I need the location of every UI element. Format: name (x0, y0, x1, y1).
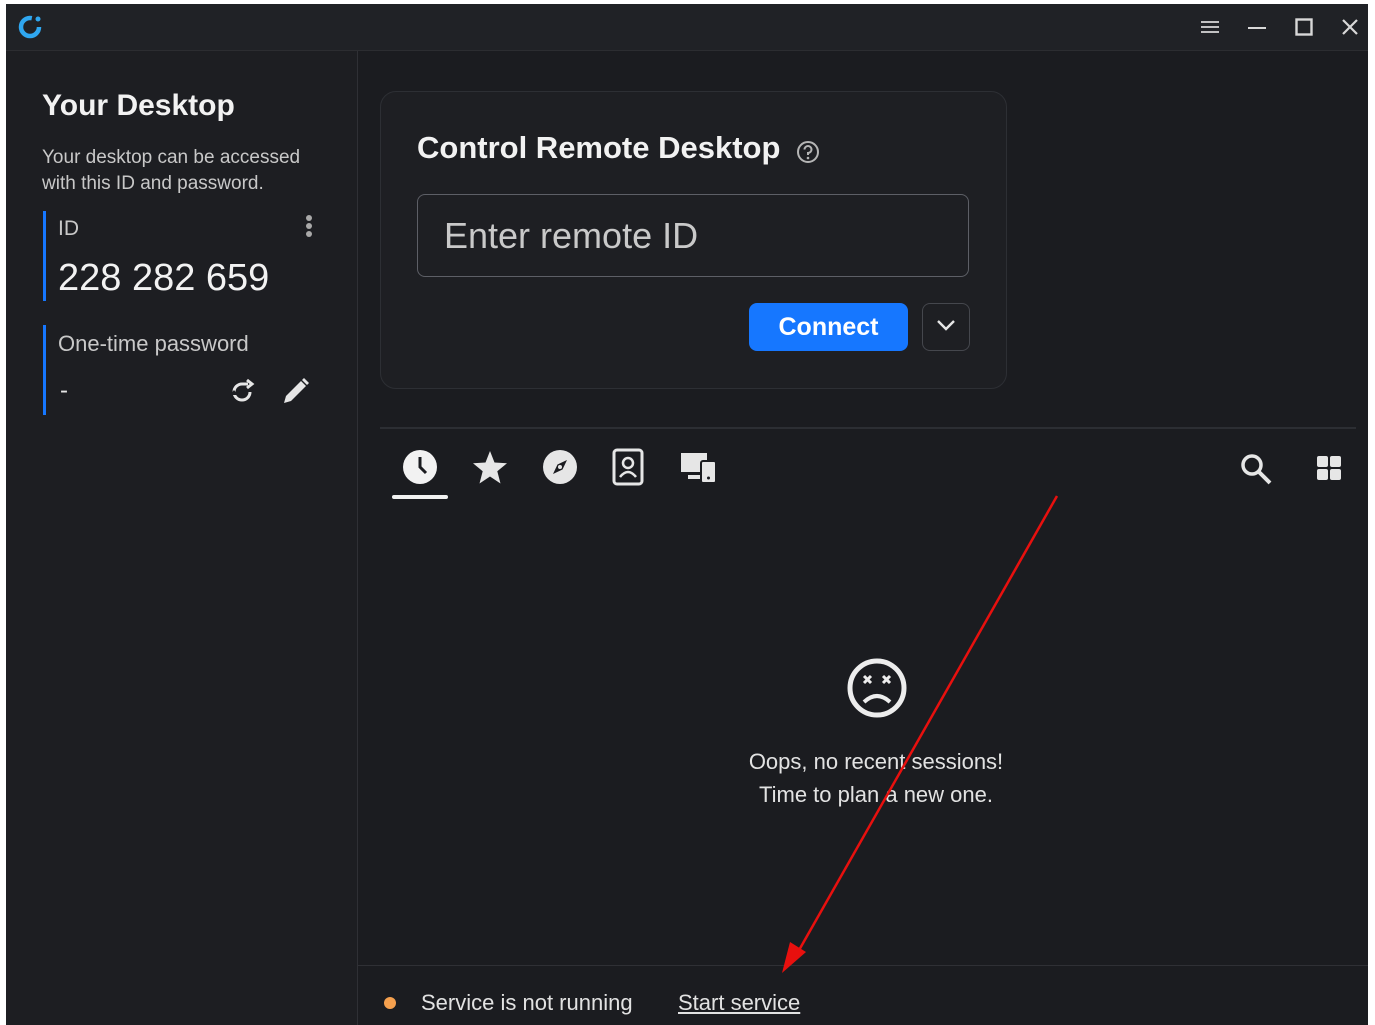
app-window: Your Desktop Your desktop can be accesse… (6, 4, 1368, 1025)
id-value[interactable]: 228 282 659 (58, 257, 269, 300)
main-panel: Control Remote Desktop Connect (358, 51, 1368, 1025)
connect-button[interactable]: Connect (749, 303, 908, 351)
password-accent-bar (43, 325, 46, 415)
password-value[interactable]: - (60, 377, 68, 405)
password-label: One-time password (58, 331, 249, 356)
grid-view-icon[interactable] (1314, 453, 1344, 488)
description-line: Your desktop can be accessed (42, 147, 301, 168)
tab-recent-sessions[interactable] (398, 447, 442, 491)
app-logo-icon (16, 13, 44, 41)
star-icon (471, 448, 509, 491)
refresh-password-icon[interactable] (226, 376, 258, 413)
title-bar (6, 4, 1368, 51)
minimize-icon[interactable] (1245, 15, 1269, 39)
edit-password-icon[interactable] (278, 375, 312, 414)
tab-lan[interactable] (676, 447, 720, 491)
discover-icon (540, 447, 580, 492)
start-service-link[interactable]: Start service (678, 990, 800, 1016)
tab-address-book[interactable] (606, 447, 650, 491)
maximize-icon[interactable] (1292, 15, 1316, 39)
empty-state-message: Oops, no recent sessions! Time to plan a… (676, 745, 1076, 811)
close-icon[interactable] (1338, 15, 1362, 39)
id-label: ID (58, 217, 79, 240)
sad-face-icon (846, 657, 908, 724)
status-bar: Service is not running Start service (358, 965, 1368, 1025)
remote-id-input[interactable] (417, 194, 969, 277)
empty-line: Time to plan a new one. (759, 782, 993, 807)
address-book-icon (610, 447, 646, 492)
status-dot (384, 997, 396, 1009)
tab-favorites[interactable] (468, 447, 512, 491)
chevron-down-icon (936, 318, 956, 336)
control-remote-card: Control Remote Desktop Connect (380, 91, 1007, 389)
status-text: Service is not running (421, 990, 633, 1015)
search-icon[interactable] (1238, 451, 1274, 492)
connect-options-dropdown[interactable] (922, 303, 970, 351)
section-divider (380, 427, 1356, 429)
sidebar-title: Your Desktop (42, 89, 235, 122)
sidebar: Your Desktop Your desktop can be accesse… (6, 51, 358, 1025)
active-tab-indicator (392, 495, 448, 499)
tab-discovered[interactable] (538, 447, 582, 491)
more-options-icon[interactable] (304, 213, 314, 246)
menu-icon[interactable] (1198, 15, 1222, 39)
help-icon[interactable] (795, 139, 821, 170)
empty-line: Oops, no recent sessions! (748, 749, 1004, 774)
lan-devices-icon (678, 447, 718, 492)
id-accent-bar (43, 211, 46, 301)
sidebar-description: Your desktop can be accessed with this I… (42, 145, 300, 197)
history-icon (400, 447, 440, 492)
card-title: Control Remote Desktop (417, 130, 781, 165)
description-line: with this ID and password. (42, 173, 264, 194)
